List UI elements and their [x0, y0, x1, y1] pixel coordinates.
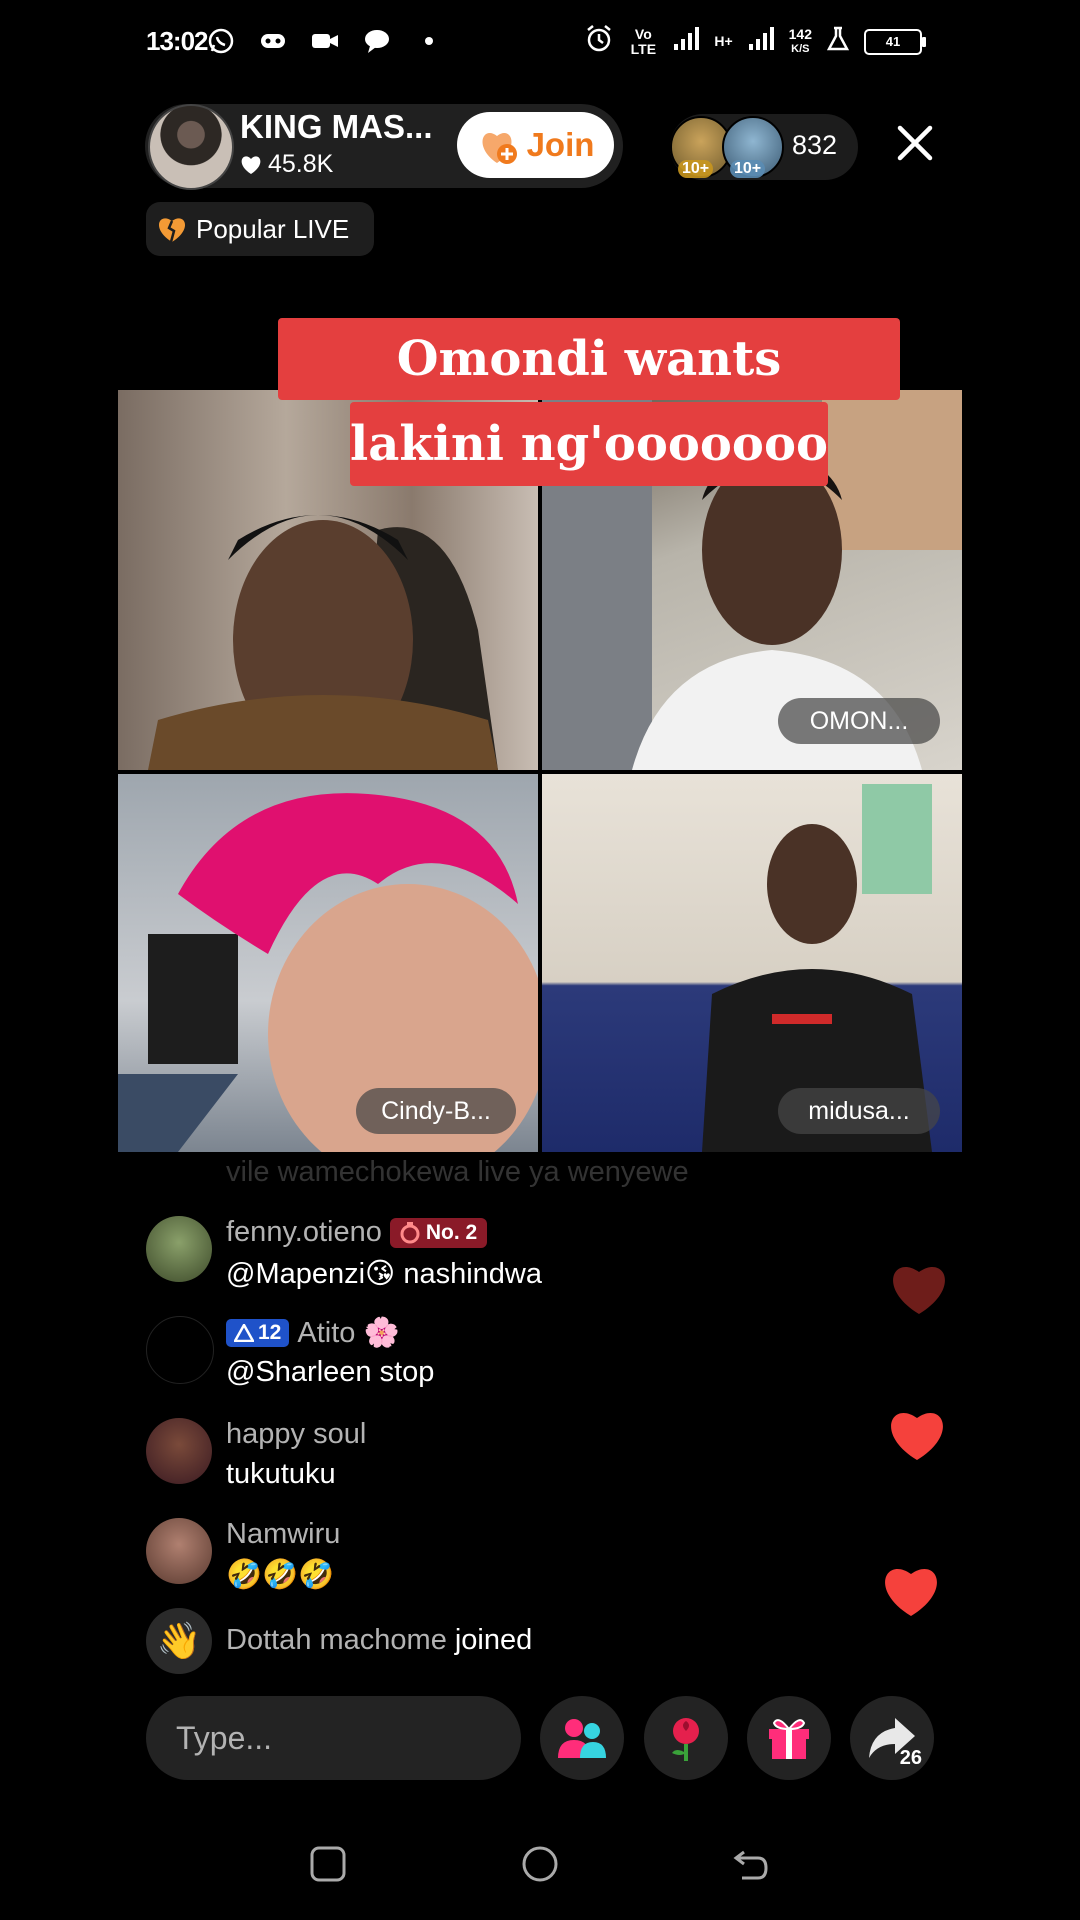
viewer-badge-2: 10+: [730, 160, 766, 178]
share-button[interactable]: 26: [850, 1696, 934, 1780]
join-button[interactable]: Join: [457, 112, 614, 178]
notification-icons: [206, 26, 444, 56]
guest-1-name-tag: OMON...: [778, 698, 940, 744]
rank-badge: No. 2: [389, 1217, 488, 1248]
status-bar: 13:02 Vo LTE H+ 142 K/S 41: [0, 0, 1080, 84]
comment-input[interactable]: [146, 1696, 521, 1780]
host-name[interactable]: KING MAS...: [240, 108, 433, 146]
caption-line-1: Omondi wants vayolens: [278, 318, 900, 469]
popular-live-badge[interactable]: Popular LIVE: [146, 202, 374, 256]
gift-button[interactable]: [747, 1696, 831, 1780]
host-likes: 45.8K: [240, 150, 333, 179]
net-speed-unit: K/S: [791, 42, 810, 55]
clock: 13:02: [146, 26, 208, 56]
chat-text: tukutuku: [226, 1458, 336, 1490]
level-triangle-icon: [234, 1324, 254, 1342]
faded-chat-message: vile wamechokewa live ya wenyewe: [226, 1156, 689, 1188]
join-event: 👋 Dottah machome joined: [146, 1608, 706, 1676]
volte-label: Vo LTE: [630, 25, 657, 57]
chat-username-text: fenny.otieno: [226, 1216, 382, 1248]
chat-username[interactable]: 12 Atito 🌸: [226, 1316, 400, 1350]
floating-heart-icon: [893, 1266, 945, 1314]
chat-avatar[interactable]: [146, 1316, 214, 1384]
flask-icon: [826, 26, 850, 57]
waving-hand-icon: 👋: [146, 1608, 212, 1674]
viewer-count[interactable]: 832: [792, 130, 837, 161]
recent-apps-button[interactable]: [308, 1844, 348, 1884]
join-label: Join: [526, 126, 595, 163]
join-event-action: joined: [454, 1624, 533, 1656]
chat-avatar[interactable]: [146, 1418, 212, 1484]
floating-heart-icon: [885, 1568, 937, 1616]
whatsapp-icon: [206, 26, 236, 56]
popular-live-label: Popular LIVE: [196, 213, 350, 244]
game-controller-icon: [258, 26, 288, 56]
join-heart-icon: [477, 127, 519, 164]
signal-icon-2: [747, 26, 775, 57]
level-badge: 12: [226, 1319, 290, 1347]
multi-guest-button[interactable]: [540, 1696, 624, 1780]
net-speed: 142 K/S: [788, 25, 812, 57]
floating-heart-icon: [891, 1412, 943, 1460]
chat-avatar[interactable]: [146, 1216, 212, 1282]
video-tile-guest-2[interactable]: Cindy-B...: [118, 774, 538, 1152]
system-icons: Vo LTE H+ 142 K/S 41: [584, 24, 926, 59]
gift-icon: [769, 1719, 809, 1759]
video-camera-icon: [310, 26, 340, 56]
chat-avatar[interactable]: [146, 1518, 212, 1584]
stopwatch-icon: [400, 1221, 420, 1243]
chat-username[interactable]: fenny.otieno No. 2: [226, 1216, 488, 1249]
guest-3-name-tag: midusa...: [778, 1088, 940, 1134]
chat-message[interactable]: happy soul tukutuku: [146, 1418, 706, 1508]
chat-bubble-icon: [362, 26, 392, 56]
chat-text: @Mapenzi😘 nashindwa: [226, 1258, 542, 1290]
rose-gift-button[interactable]: [644, 1696, 728, 1780]
signal-icon: [672, 26, 700, 57]
chat-text: 🤣🤣🤣: [226, 1559, 335, 1591]
chat-message[interactable]: Namwiru 🤣🤣🤣: [146, 1518, 706, 1608]
chat-message[interactable]: fenny.otieno No. 2 @Mapenzi😘 nashindwa: [146, 1216, 706, 1306]
heart-icon: [241, 155, 261, 174]
join-event-text: Dottah machome joined: [226, 1624, 532, 1657]
rose-icon: [672, 1718, 699, 1761]
broken-heart-icon: [158, 218, 186, 243]
battery-icon: 41: [864, 28, 926, 55]
join-event-user: Dottah machome: [226, 1624, 447, 1656]
level-badge-text: 12: [258, 1321, 282, 1344]
people-icon: [558, 1719, 606, 1758]
net-speed-value: 142: [788, 25, 812, 42]
home-button[interactable]: [520, 1844, 560, 1884]
dot-icon: [414, 26, 444, 56]
guest-2-name-tag: Cindy-B...: [356, 1088, 516, 1134]
caption-line-2: lakini ng'ooooooo: [350, 402, 828, 486]
viewer-badge-1: 10+: [678, 160, 714, 178]
close-button[interactable]: [892, 120, 938, 166]
video-grid: OMON... Cindy-B... midusa...: [118, 390, 962, 1152]
rank-badge-text: No. 2: [425, 1220, 478, 1244]
close-icon: [897, 125, 933, 161]
host-avatar[interactable]: [148, 104, 234, 190]
share-count: 26: [899, 1747, 922, 1769]
chat-message[interactable]: 12 Atito 🌸 @Sharleen stop: [146, 1316, 706, 1406]
chat-username-text: Atito 🌸: [297, 1317, 400, 1349]
chat-username[interactable]: Namwiru: [226, 1518, 340, 1551]
chat-username[interactable]: happy soul: [226, 1418, 366, 1451]
network-type: H+: [714, 33, 733, 49]
top-viewer-avatar-2[interactable]: 10+: [722, 116, 784, 178]
back-button[interactable]: [730, 1844, 770, 1884]
chat-text: @Sharleen stop: [226, 1356, 435, 1388]
alarm-icon: [584, 24, 614, 59]
video-tile-guest-3[interactable]: midusa...: [542, 774, 962, 1152]
host-likes-count: 45.8K: [268, 150, 334, 178]
